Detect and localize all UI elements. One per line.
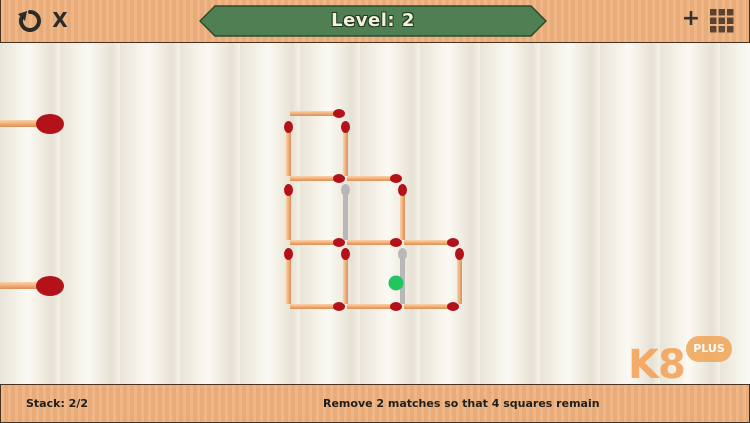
instruction-text: Remove 2 matches so that 4 squares remai… (323, 397, 600, 410)
add-button[interactable]: + (681, 8, 701, 32)
match-horizontal[interactable] (290, 174, 345, 183)
level-title: Level: 2 (331, 10, 415, 31)
match-horizontal[interactable] (404, 302, 459, 311)
match-horizontal[interactable] (347, 302, 402, 311)
match-vertical[interactable] (341, 248, 350, 304)
match-vertical[interactable] (341, 121, 350, 176)
stack-counter: Stack: 2/2 (26, 397, 88, 410)
match-vertical[interactable] (284, 121, 293, 176)
match-horizontal[interactable] (347, 174, 402, 183)
watermark-brand: K8 (628, 342, 686, 388)
watermark-badge: PLUS (686, 336, 732, 362)
undo-icon[interactable] (17, 8, 43, 34)
removed-match-slot[interactable] (398, 248, 407, 304)
match-vertical[interactable] (284, 248, 293, 304)
match-horizontal[interactable] (347, 238, 402, 247)
removed-match-slot[interactable] (341, 184, 350, 240)
close-button[interactable]: X (51, 7, 69, 33)
stack-match[interactable] (0, 276, 64, 296)
match-horizontal[interactable] (290, 302, 345, 311)
selection-dot (388, 275, 404, 291)
watermark-logo: K8 PLUS (624, 330, 740, 390)
top-bar: X Level: 2 + (0, 0, 750, 43)
match-vertical[interactable] (284, 184, 293, 240)
match-horizontal[interactable] (404, 238, 459, 247)
grid-menu-icon[interactable] (709, 8, 735, 34)
match-vertical[interactable] (398, 184, 407, 240)
match-vertical[interactable] (455, 248, 464, 304)
match-horizontal[interactable] (290, 238, 345, 247)
stack-match[interactable] (0, 114, 64, 134)
level-banner: Level: 2 (199, 5, 547, 37)
match-horizontal[interactable] (290, 109, 345, 118)
